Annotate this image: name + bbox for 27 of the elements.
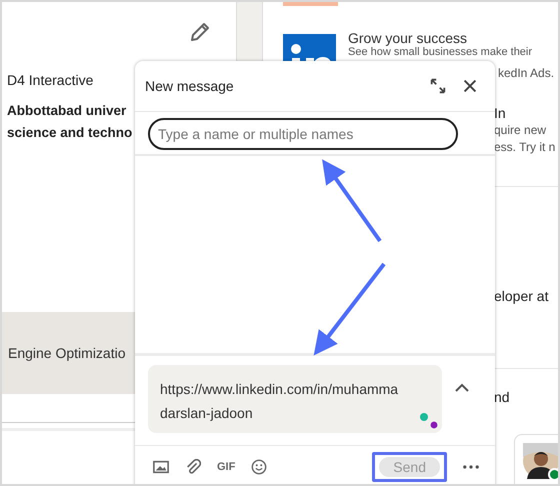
dialog-title: New message [145,78,235,94]
ad-title: Grow your success [348,30,468,46]
image-icon[interactable] [153,459,169,475]
recipient-field[interactable]: Type a name or multiple names [148,118,458,150]
post-text: nd [494,389,510,405]
ad-text: ess. Try it n [494,139,556,156]
close-icon[interactable] [461,77,479,95]
expand-icon[interactable] [429,77,447,95]
ad-text: quire new [494,122,548,139]
more-icon[interactable] [463,465,479,469]
message-field[interactable]: https://www.linkedin.com/in/muhamma darslan-jadoon [148,365,442,433]
school-name: science and techno [7,124,132,142]
ad-text: See how small businesses make their [348,46,534,59]
ad-text: kedIn Ads. [498,65,554,81]
assistant-icon [420,413,438,429]
paperclip-icon[interactable] [185,459,201,475]
ad-title: In [494,105,507,122]
edit-icon[interactable] [188,20,212,44]
post-text: eloper at [494,288,548,304]
gif-button[interactable]: GIF [217,461,236,473]
chat-card[interactable] [514,434,558,484]
skill-label: Engine Optimizatio [8,345,126,361]
school-name: Abbottabad univer [7,102,128,120]
caret-icon[interactable] [454,383,470,393]
company-name: D4 Interactive [7,72,94,88]
emoji-icon[interactable] [251,459,268,475]
accent-bar [283,2,338,6]
